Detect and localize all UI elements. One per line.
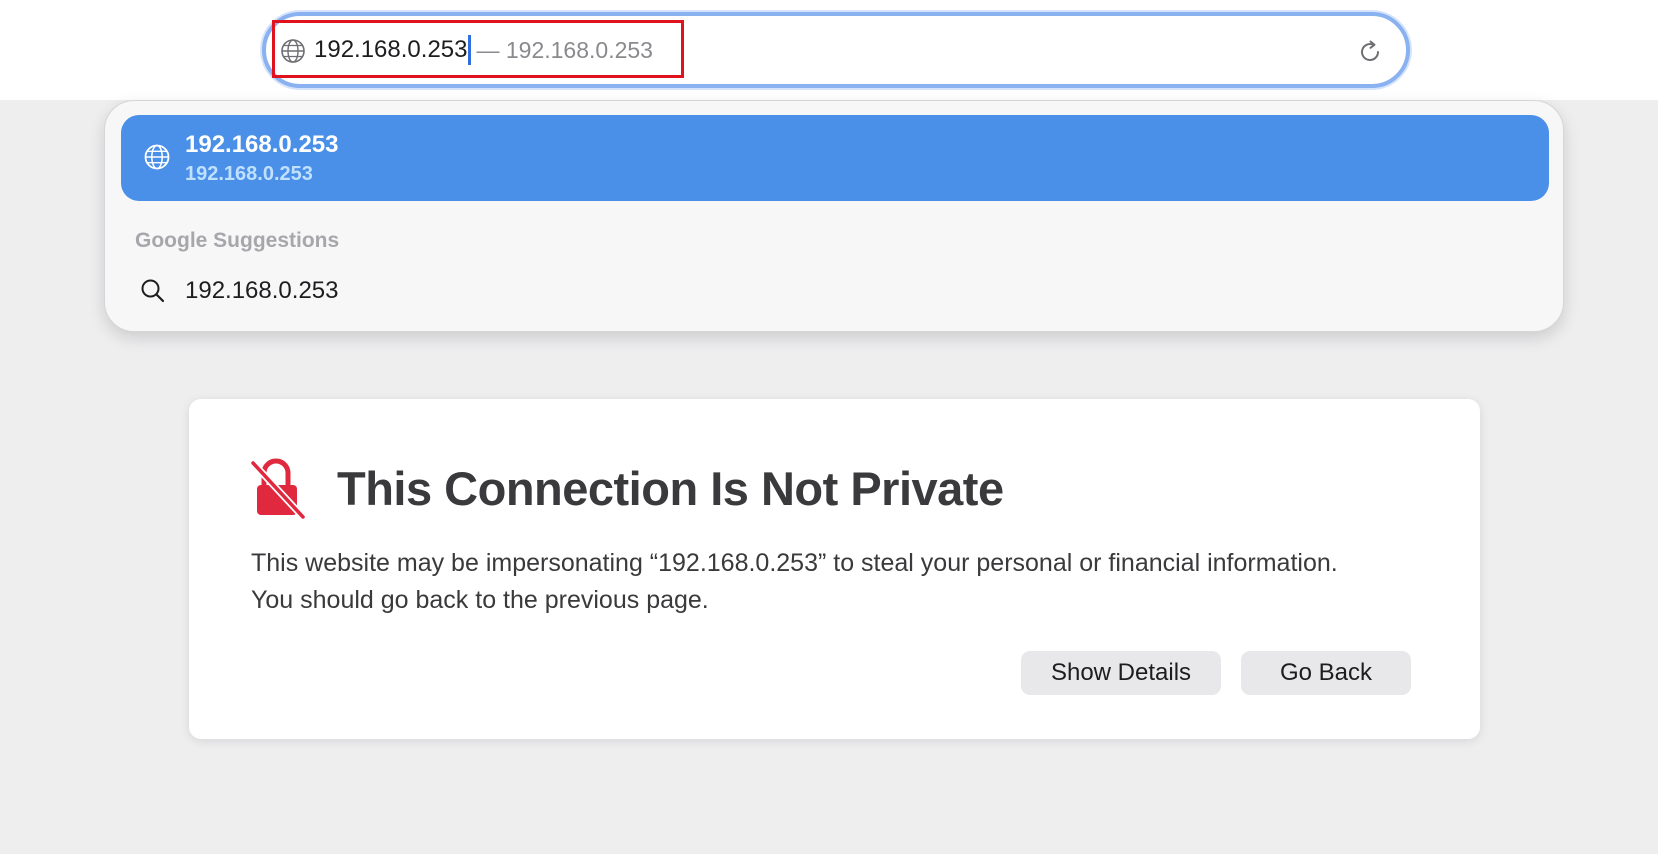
globe-icon xyxy=(281,39,305,63)
suggestion-item[interactable]: 192.168.0.253 xyxy=(121,267,1549,315)
globe-icon xyxy=(144,144,170,170)
address-bar[interactable]: 192.168.0.253 — 192.168.0.253 xyxy=(262,12,1410,88)
address-autocomplete-suffix: — 192.168.0.253 xyxy=(476,36,653,63)
show-details-button[interactable]: Show Details xyxy=(1021,651,1221,695)
error-card: This Connection Is Not Private This webs… xyxy=(189,399,1480,739)
suggestion-text: 192.168.0.253 xyxy=(185,277,339,304)
top-hit-title: 192.168.0.253 xyxy=(185,131,339,158)
go-back-button[interactable]: Go Back xyxy=(1241,651,1411,695)
top-hit-subtitle: 192.168.0.253 xyxy=(185,163,313,185)
warning-message: This website may be impersonating “192.1… xyxy=(251,549,1338,614)
google-suggestions-heading: Google Suggestions xyxy=(135,229,340,252)
top-hit-suggestion[interactable]: 192.168.0.253 192.168.0.253 xyxy=(121,115,1549,201)
suggestions-dropdown: 192.168.0.253 192.168.0.253 Google Sugge… xyxy=(104,100,1564,332)
text-caret xyxy=(468,35,472,65)
search-icon xyxy=(141,279,165,303)
address-typed-text: 192.168.0.253 xyxy=(314,36,468,63)
address-input[interactable]: 192.168.0.253 — 192.168.0.253 xyxy=(314,30,653,70)
reload-icon[interactable] xyxy=(1356,38,1384,66)
unlocked-lock-icon xyxy=(249,458,307,519)
page-title: This Connection Is Not Private xyxy=(337,462,1004,515)
